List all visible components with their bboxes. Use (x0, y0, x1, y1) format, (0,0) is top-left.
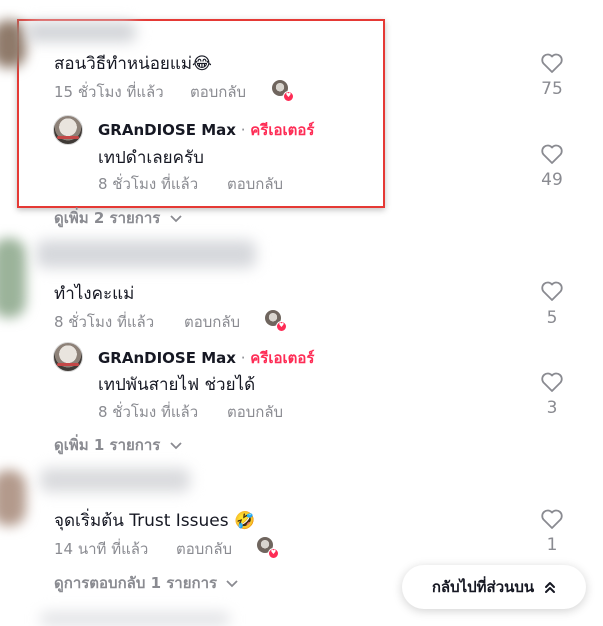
comment-time: 14 นาที ที่แล้ว (54, 540, 149, 558)
creator-badge: ครีเอเตอร์ (250, 349, 315, 367)
like-count: 3 (546, 398, 558, 418)
view-more-replies[interactable]: ดูการตอบกลับ 1 รายการ (54, 571, 238, 595)
reply-time: 8 ชั่วโมง ที่แล้ว (98, 175, 199, 193)
blurred-username (40, 468, 190, 492)
like-heart-icon[interactable] (540, 371, 564, 393)
blurred-username (26, 22, 136, 42)
reply-button[interactable]: ตอบกลับ (176, 537, 232, 561)
back-to-top-label: กลับไปที่ส่วนบน (431, 578, 535, 596)
reply-author[interactable]: GRAnDIOSE Max · ครีเอเตอร์ (98, 346, 314, 370)
commenter-avatar[interactable] (0, 470, 26, 526)
chevron-down-icon (226, 580, 238, 588)
like-count: 1 (546, 535, 558, 555)
reply-button[interactable]: ตอบกลับ (227, 400, 283, 424)
like-count: 75 (541, 79, 563, 99)
laughing-emoji: 😂 (192, 54, 212, 74)
like-heart-icon[interactable] (540, 508, 564, 530)
reply-time: 8 ชั่วโมง ที่แล้ว (98, 403, 199, 421)
like-heart-icon[interactable] (540, 52, 564, 74)
back-to-top-button[interactable]: กลับไปที่ส่วนบน (402, 565, 586, 609)
reply-button[interactable]: ตอบกลับ (227, 172, 283, 196)
creator-liked-icon: ♥ (265, 310, 287, 332)
chevron-down-icon (169, 215, 182, 223)
reply-button[interactable]: ตอบกลับ (190, 80, 246, 104)
creator-badge: ครีเอเตอร์ (250, 121, 315, 139)
reply-text: เทปดำเลยครับ (98, 148, 204, 168)
blurred-username (36, 240, 256, 268)
like-heart-icon[interactable] (540, 280, 564, 302)
creator-avatar[interactable] (53, 342, 83, 372)
highlight-box (17, 19, 385, 208)
reply-author[interactable]: GRAnDIOSE Max · ครีเอเตอร์ (98, 118, 314, 142)
like-count: 49 (541, 170, 563, 190)
double-chevron-up-icon (545, 582, 556, 593)
creator-avatar[interactable] (53, 115, 83, 145)
creator-liked-icon: ♥ (257, 537, 279, 559)
comment-text: จุดเริ่มต้น Trust Issues 🤣 (54, 511, 256, 531)
chevron-down-icon (169, 442, 182, 450)
commenter-avatar[interactable] (0, 238, 26, 318)
comment-time: 15 ชั่วโมง ที่แล้ว (54, 83, 164, 101)
view-more-replies[interactable]: ดูเพิ่ม 1 รายการ (54, 433, 182, 457)
comment-text: สอนวิธีทำหน่อยแม่😂 (54, 54, 212, 74)
like-count: 5 (546, 308, 558, 328)
comment-text: ทำไงคะแม่ (54, 284, 135, 304)
view-more-replies[interactable]: ดูเพิ่ม 2 รายการ (54, 206, 182, 230)
creator-liked-icon: ♥ (272, 80, 294, 102)
comment-time: 8 ชั่วโมง ที่แล้ว (54, 313, 155, 331)
reply-text: เทปพันสายไฟ ช่วยได้ (98, 375, 256, 395)
rofl-emoji: 🤣 (234, 511, 256, 531)
next-comment-preview (40, 612, 230, 626)
commenter-avatar[interactable] (0, 20, 26, 68)
reply-button[interactable]: ตอบกลับ (184, 310, 240, 334)
like-heart-icon[interactable] (540, 143, 564, 165)
